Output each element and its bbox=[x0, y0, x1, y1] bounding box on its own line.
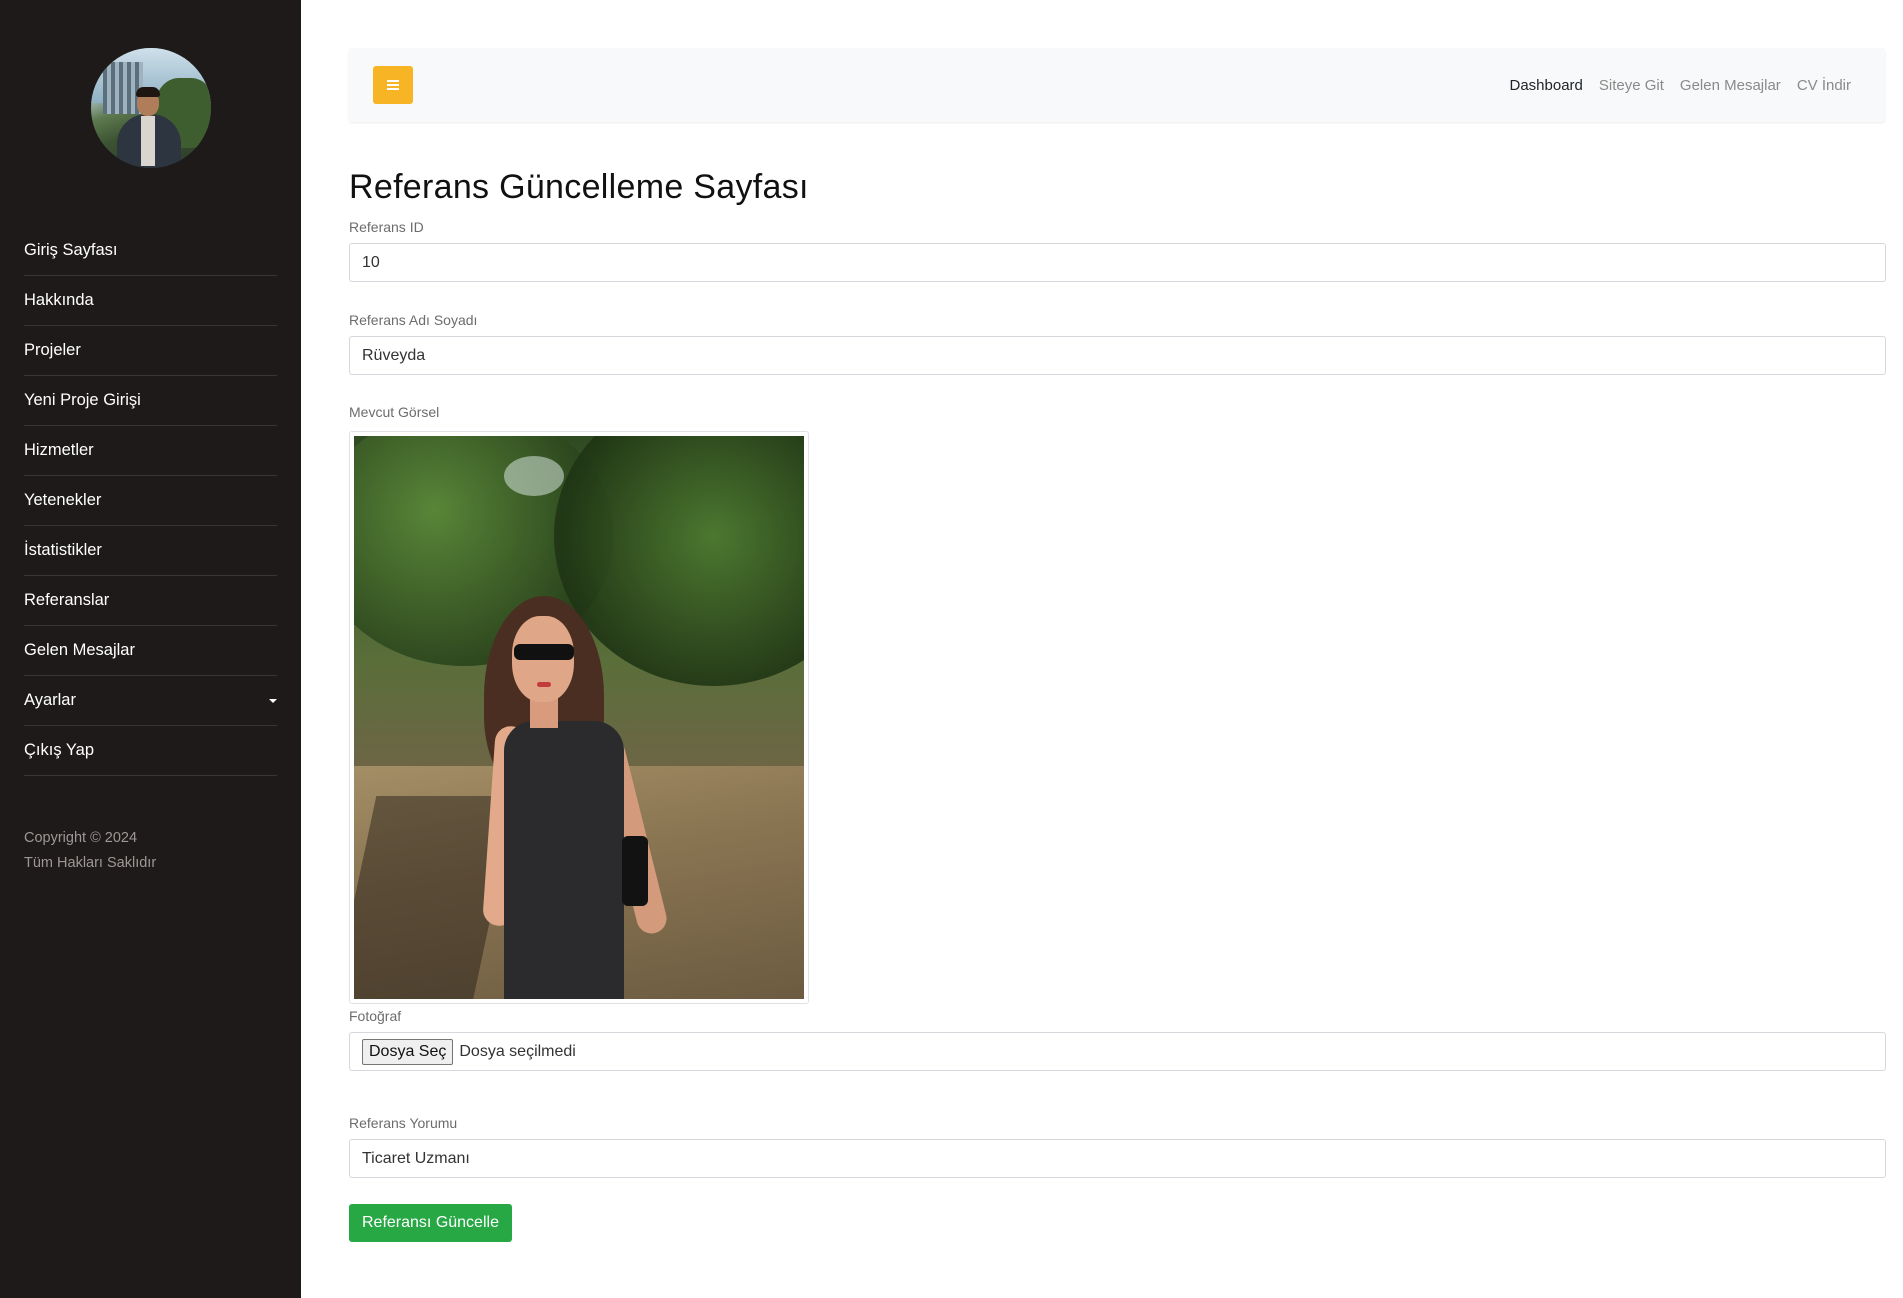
sidebar-toggle-button[interactable] bbox=[373, 66, 413, 104]
photo-label: Fotoğraf bbox=[349, 1008, 402, 1024]
reference-name-input[interactable]: Rüveyda bbox=[349, 336, 1886, 375]
main-content: Dashboard Siteye Git Gelen Mesajlar CV İ… bbox=[301, 0, 1903, 1298]
sidebar-item-label: Hizmetler bbox=[24, 441, 94, 459]
top-nav-links: Dashboard Siteye Git Gelen Mesajlar CV İ… bbox=[1510, 77, 1852, 94]
reference-comment-value: Ticaret Uzmanı bbox=[362, 1149, 470, 1167]
sidebar-nav: Giriş Sayfası Hakkında Projeler Yeni Pro… bbox=[24, 226, 277, 776]
current-image-label: Mevcut Görsel bbox=[349, 404, 440, 420]
sidebar-footer: Copyright © 2024 Tüm Hakları Saklıdır bbox=[24, 826, 277, 876]
sidebar-item-about[interactable]: Hakkında bbox=[24, 276, 277, 326]
sidebar-item-settings[interactable]: Ayarlar bbox=[24, 676, 277, 726]
sidebar-item-label: Yetenekler bbox=[24, 491, 102, 509]
sidebar-item-messages[interactable]: Gelen Mesajlar bbox=[24, 626, 277, 676]
sidebar-item-statistics[interactable]: İstatistikler bbox=[24, 526, 277, 576]
reference-name-value: Rüveyda bbox=[362, 346, 426, 364]
update-reference-button[interactable]: Referansı Güncelle bbox=[349, 1204, 512, 1242]
sidebar-item-label: Yeni Proje Girişi bbox=[24, 391, 141, 409]
reference-comment-input[interactable]: Ticaret Uzmanı bbox=[349, 1139, 1886, 1178]
sidebar-item-label: Giriş Sayfası bbox=[24, 241, 118, 259]
reference-id-input[interactable]: 10 bbox=[349, 243, 1886, 282]
nav-link-visit-site[interactable]: Siteye Git bbox=[1599, 77, 1664, 94]
sidebar-item-logout[interactable]: Çıkış Yap bbox=[24, 726, 277, 776]
rights-text: Tüm Hakları Saklıdır bbox=[24, 855, 157, 871]
profile-avatar bbox=[90, 48, 211, 168]
sidebar-item-projects[interactable]: Projeler bbox=[24, 326, 277, 376]
sidebar-item-label: Projeler bbox=[24, 341, 81, 359]
sidebar-item-label: Çıkış Yap bbox=[24, 741, 95, 759]
reference-photo bbox=[354, 436, 804, 999]
reference-update-form: Referans ID 10 Referans Adı Soyadı Rüvey… bbox=[349, 219, 1903, 1242]
page-title: Referans Güncelleme Sayfası bbox=[349, 168, 809, 206]
sidebar-item-home[interactable]: Giriş Sayfası bbox=[24, 226, 277, 276]
nav-link-download-cv[interactable]: CV İndir bbox=[1797, 77, 1851, 94]
sidebar-item-references[interactable]: Referanslar bbox=[24, 576, 277, 626]
menu-icon bbox=[387, 80, 399, 90]
current-image-frame bbox=[349, 431, 809, 1004]
app-layout: Giriş Sayfası Hakkında Projeler Yeni Pro… bbox=[0, 0, 1903, 1298]
sidebar-item-services[interactable]: Hizmetler bbox=[24, 426, 277, 476]
top-navbar: Dashboard Siteye Git Gelen Mesajlar CV İ… bbox=[349, 48, 1885, 122]
reference-id-label: Referans ID bbox=[349, 219, 424, 235]
reference-id-value: 10 bbox=[362, 253, 380, 271]
sidebar-item-label: Referanslar bbox=[24, 591, 110, 609]
sidebar-item-label: Ayarlar bbox=[24, 691, 76, 709]
sidebar-item-new-project[interactable]: Yeni Proje Girişi bbox=[24, 376, 277, 426]
sidebar-item-skills[interactable]: Yetenekler bbox=[24, 476, 277, 526]
reference-name-label: Referans Adı Soyadı bbox=[349, 312, 478, 328]
copyright-text: Copyright © 2024 bbox=[24, 830, 138, 846]
photo-file-input[interactable]: Dosya Seç Dosya seçilmedi bbox=[349, 1032, 1886, 1071]
caret-down-icon bbox=[269, 698, 277, 703]
reference-comment-label: Referans Yorumu bbox=[349, 1115, 458, 1131]
nav-link-dashboard[interactable]: Dashboard bbox=[1510, 77, 1583, 94]
sidebar-item-label: Gelen Mesajlar bbox=[24, 641, 135, 659]
file-status-text: Dosya seçilmedi bbox=[459, 1042, 576, 1060]
choose-file-button[interactable]: Dosya Seç bbox=[362, 1038, 454, 1065]
sidebar: Giriş Sayfası Hakkında Projeler Yeni Pro… bbox=[0, 0, 301, 1298]
sidebar-item-label: İstatistikler bbox=[24, 541, 102, 559]
nav-link-messages[interactable]: Gelen Mesajlar bbox=[1680, 77, 1781, 94]
sidebar-item-label: Hakkında bbox=[24, 291, 94, 309]
